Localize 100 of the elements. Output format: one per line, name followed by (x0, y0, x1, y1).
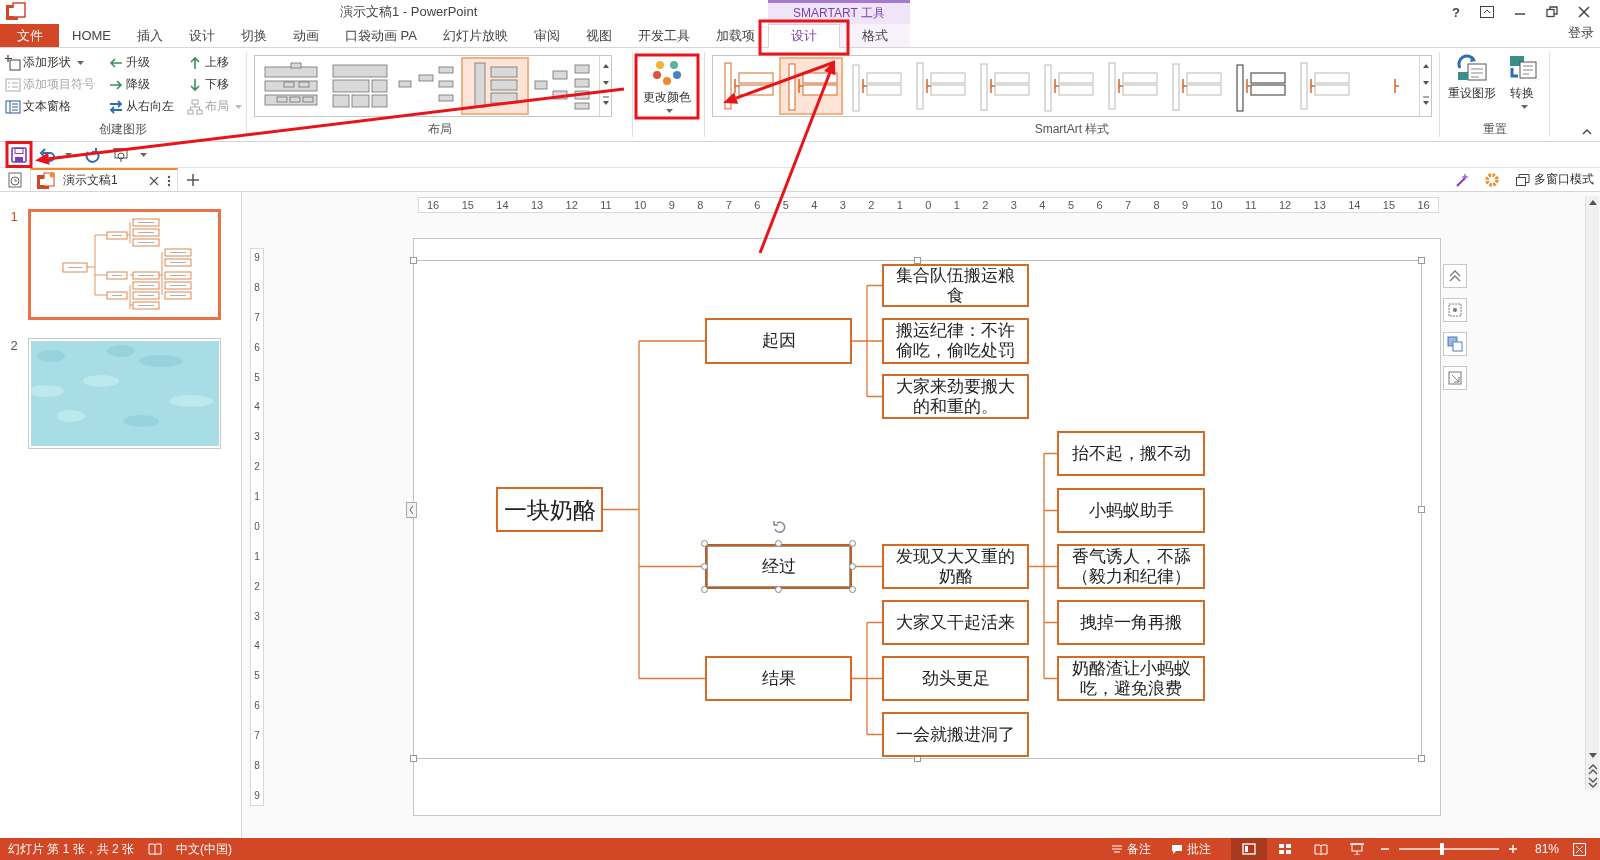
text-pane-icon (5, 98, 21, 115)
palette-icon (652, 60, 682, 86)
notes-icon (1110, 844, 1123, 854)
ribbon-button[interactable]: 从右向左 (108, 98, 174, 115)
ruler-number: 5 (782, 199, 789, 211)
ruler-number: 4 (254, 402, 260, 413)
notes-button[interactable]: 备注 (1110, 840, 1151, 858)
ruler-number: 3 (839, 199, 846, 211)
diagram-node: 一会就搬进洞了 (882, 712, 1029, 757)
scrollbar[interactable] (1585, 196, 1599, 790)
add-tab-icon[interactable] (186, 172, 200, 187)
diagram-node: 奶酪渣让小蚂蚁吃，避免浪费 (1057, 656, 1205, 701)
ruler-number: 7 (254, 731, 260, 741)
diagram-node: 劲头更足 (882, 656, 1029, 701)
ribbon-button[interactable]: 转换 (1506, 54, 1538, 109)
reset-graphic-icon (1456, 54, 1488, 82)
ruler-number: 7 (725, 199, 732, 211)
gear-icon[interactable] (1484, 171, 1500, 188)
ruler-number: 7 (1124, 199, 1132, 211)
undo-icon[interactable] (39, 146, 55, 163)
ruler-number: 8 (254, 760, 260, 771)
ribbon-tab[interactable]: 动画 (280, 24, 332, 47)
proofing-icon[interactable] (148, 843, 163, 855)
ribbon-tab[interactable]: 格式 (840, 24, 910, 47)
ribbon-tab[interactable]: 切换 (228, 24, 280, 47)
ruler-number: 16 (427, 199, 440, 211)
ribbon-button[interactable]: 添加形状 (5, 54, 84, 71)
layout-option[interactable] (461, 57, 529, 115)
caret-icon (665, 109, 673, 113)
expand-text-pane-icon[interactable] (406, 502, 417, 518)
diagram-node: 经过 (705, 544, 852, 589)
close-tab-icon[interactable] (149, 175, 159, 186)
language-indicator[interactable]: 中文(中国) (176, 840, 233, 858)
diagram-node: 一块奶酪 (496, 487, 603, 532)
zoom-slider[interactable] (1396, 843, 1501, 855)
ruler-number: 10 (634, 199, 647, 211)
history-icon[interactable] (6, 170, 24, 189)
view-button[interactable] (1230, 838, 1267, 860)
restore-icon[interactable] (1546, 6, 1558, 18)
target-icon[interactable] (1443, 298, 1467, 322)
ribbon-tab[interactable]: 口袋动画 PA (332, 24, 430, 47)
ribbon-button[interactable]: 上移 (187, 54, 229, 71)
diagram-node: 香气诱人，不舔（毅力和纪律） (1057, 544, 1205, 589)
save-icon[interactable] (11, 146, 27, 163)
ruler-number: 9 (254, 253, 260, 263)
ribbon-button[interactable]: 升级 (108, 54, 150, 71)
annotation-box (634, 53, 700, 120)
slide-number[interactable]: 1 (0, 209, 28, 224)
ruler-number: 13 (530, 199, 544, 211)
close-icon[interactable] (1578, 6, 1590, 18)
stacked-squares-icon[interactable] (1443, 332, 1467, 356)
ruler-number: 12 (1278, 199, 1292, 211)
collapse-ribbon-icon[interactable] (1582, 128, 1592, 135)
help-button[interactable]: ? (1442, 4, 1470, 20)
slide-thumbnail[interactable] (28, 209, 221, 320)
ruler-number: 6 (254, 342, 260, 353)
zoom-level[interactable]: 81% (1534, 842, 1559, 856)
diagram-node: 抬不起，搬不动 (1057, 431, 1205, 476)
more-icon[interactable] (167, 174, 171, 187)
ribbon-tab[interactable]: HOME (59, 24, 124, 47)
zoom-in-icon[interactable] (1508, 845, 1517, 853)
slide-number[interactable]: 2 (0, 338, 28, 353)
sign-in-link[interactable]: 登录 (1562, 24, 1600, 42)
ribbon-display-icon[interactable] (1480, 6, 1494, 18)
ruler-number: 1 (896, 199, 903, 211)
normal-view-icon (1241, 843, 1256, 855)
ruler-number: 7 (254, 312, 260, 323)
diagram-node: 拽掉一角再搬 (1057, 600, 1205, 645)
presentation-icon[interactable] (112, 146, 130, 163)
caret-icon (65, 152, 72, 157)
double-chevron-icon[interactable] (1443, 264, 1467, 288)
ribbon-button[interactable]: 降级 (108, 76, 150, 93)
rotate-handle-icon[interactable] (771, 520, 786, 534)
diagram-node: 大家来劲要搬大的和重的。 (882, 374, 1029, 419)
ruler-number: 16 (1417, 199, 1430, 211)
ribbon-tab[interactable]: 设计 (768, 24, 840, 48)
ribbon-button[interactable]: 重设图形 (1448, 54, 1496, 102)
ribbon-button[interactable]: 下移 (187, 76, 229, 93)
ruler-number: 5 (1067, 199, 1074, 211)
ribbon-tab[interactable]: 文件 (0, 24, 59, 47)
redo-icon[interactable] (84, 146, 100, 163)
ribbon-tab[interactable]: 视图 (573, 24, 625, 47)
change-colors-button[interactable]: 更改颜色 (639, 58, 695, 115)
ruler-number: 4 (254, 641, 260, 652)
zoom-out-icon[interactable] (1380, 845, 1389, 853)
ribbon-tab[interactable]: 幻灯片放映 (430, 24, 521, 47)
ribbon-tab[interactable]: 插入 (124, 24, 176, 47)
zoom-slider-thumb[interactable] (1439, 843, 1444, 855)
ruler-number: 8 (1153, 199, 1160, 211)
comments-button[interactable]: 批注 (1170, 840, 1211, 858)
annotation-box (5, 141, 33, 168)
ribbon-tab[interactable]: 审阅 (521, 24, 573, 47)
fit-slide-icon[interactable] (1573, 842, 1586, 856)
ribbon-tab[interactable]: 加载项 (703, 24, 768, 47)
sparkle-icon[interactable] (1454, 171, 1470, 188)
ribbon-tab[interactable]: 设计 (176, 24, 228, 47)
ribbon-button[interactable]: 文本窗格 (5, 98, 71, 115)
group-label: 布局 (426, 121, 453, 137)
multi-window-button[interactable]: 多窗口模式 (1510, 168, 1600, 191)
ribbon-tab[interactable]: 开发工具 (625, 24, 703, 47)
